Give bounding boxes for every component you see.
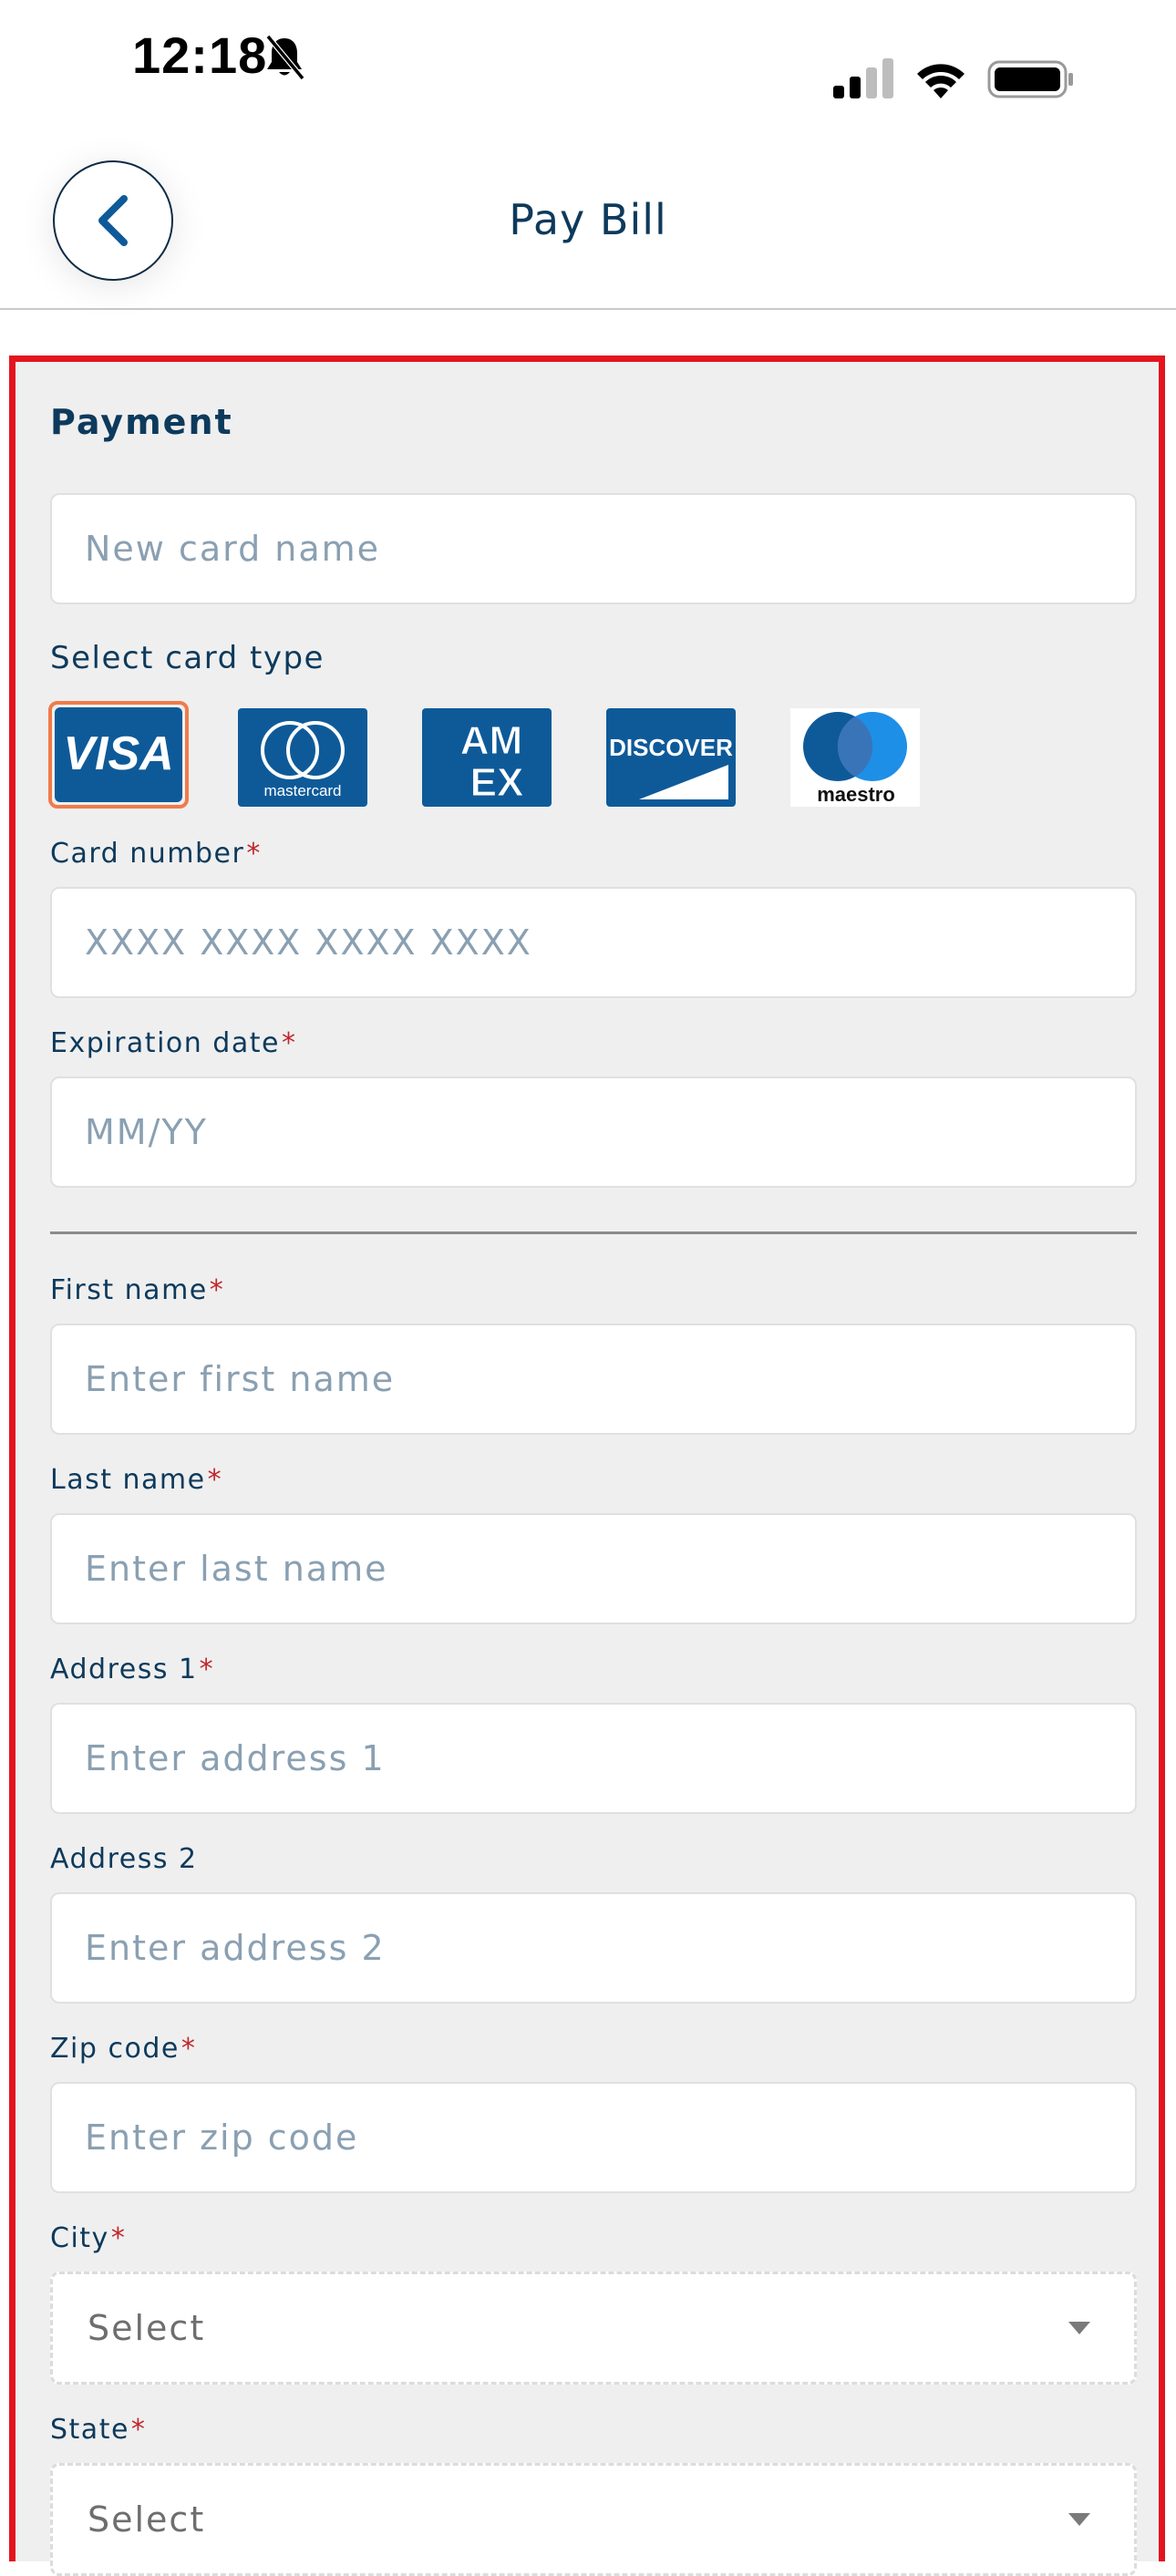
zip-code-label-text: Zip code [50, 2033, 180, 2065]
visa-logo-icon: VISA [55, 707, 182, 802]
svg-text:AM: AM [460, 718, 522, 763]
last-name-label-text: Last name [50, 1464, 206, 1496]
discover-logo-text: DISCOVER [609, 734, 733, 761]
state-label-text: State [50, 2414, 129, 2446]
dropdown-caret-icon [1068, 2322, 1090, 2334]
status-bar: 12:18 [0, 0, 1176, 137]
battery-icon [987, 60, 1073, 98]
state-select-value: Select [88, 2499, 206, 2540]
card-type-mastercard[interactable]: mastercard [238, 708, 367, 807]
expiration-label-text: Expiration date [50, 1027, 280, 1059]
state-label: State* [50, 2414, 146, 2446]
svg-text:EX: EX [470, 760, 524, 805]
card-type-amex[interactable]: AM EX [422, 708, 552, 807]
address2-label-text: Address 2 [50, 1843, 198, 1875]
bell-slash-icon [265, 35, 305, 80]
address2-label: Address 2 [50, 1843, 198, 1875]
first-name-label-text: First name [50, 1274, 208, 1306]
first-name-input[interactable] [50, 1324, 1137, 1435]
first-name-label: First name* [50, 1274, 224, 1306]
last-name-label: Last name* [50, 1464, 222, 1496]
dropdown-caret-icon [1068, 2513, 1090, 2526]
required-asterisk: * [207, 1464, 223, 1496]
card-number-label-text: Card number [50, 838, 245, 870]
zip-code-input[interactable] [50, 2082, 1137, 2193]
maestro-logo-text: maestro [817, 783, 895, 806]
required-asterisk: * [181, 2033, 197, 2065]
required-asterisk: * [246, 838, 262, 870]
status-time: 12:18 [132, 26, 268, 84]
visa-logo-text: VISA [63, 727, 173, 780]
last-name-input[interactable] [50, 1513, 1137, 1624]
discover-logo-icon: DISCOVER [609, 734, 733, 799]
required-asterisk: * [110, 2222, 127, 2254]
city-label: City* [50, 2222, 126, 2254]
card-type-visa[interactable]: VISA [48, 701, 189, 809]
mastercard-logo-icon: mastercard [261, 721, 345, 799]
city-select[interactable]: Select [50, 2272, 1137, 2385]
card-type-discover[interactable]: DISCOVER [606, 708, 736, 807]
required-asterisk: * [199, 1654, 215, 1685]
card-name-input[interactable] [50, 493, 1137, 604]
city-label-text: City [50, 2222, 109, 2254]
page-title: Pay Bill [509, 195, 667, 244]
address1-label: Address 1* [50, 1654, 214, 1685]
address2-input[interactable] [50, 1892, 1137, 2004]
maestro-logo-icon: maestro [803, 712, 907, 806]
card-number-input[interactable] [50, 887, 1137, 998]
card-type-label: Select card type [50, 640, 325, 676]
address1-label-text: Address 1 [50, 1654, 198, 1685]
app-header: Pay Bill [0, 137, 1176, 310]
required-asterisk: * [281, 1027, 297, 1059]
payment-form-panel: Payment Select card type VISA mastercard… [9, 355, 1165, 2576]
required-asterisk: * [130, 2414, 147, 2446]
state-select[interactable]: Select [50, 2463, 1137, 2576]
expiration-date-input[interactable] [50, 1077, 1137, 1188]
cellular-signal-icon [833, 58, 893, 98]
city-select-value: Select [88, 2308, 206, 2348]
section-divider [50, 1231, 1137, 1234]
address1-input[interactable] [50, 1703, 1137, 1814]
amex-logo-icon: AM EX [459, 718, 524, 806]
mastercard-logo-text: mastercard [263, 782, 341, 799]
required-asterisk: * [209, 1274, 225, 1306]
wifi-icon [917, 64, 965, 98]
card-number-label: Card number* [50, 838, 262, 870]
card-type-maestro[interactable]: maestro [790, 708, 920, 807]
expiration-label: Expiration date* [50, 1027, 296, 1059]
payment-section-title: Payment [50, 402, 233, 442]
zip-code-label: Zip code* [50, 2033, 196, 2065]
